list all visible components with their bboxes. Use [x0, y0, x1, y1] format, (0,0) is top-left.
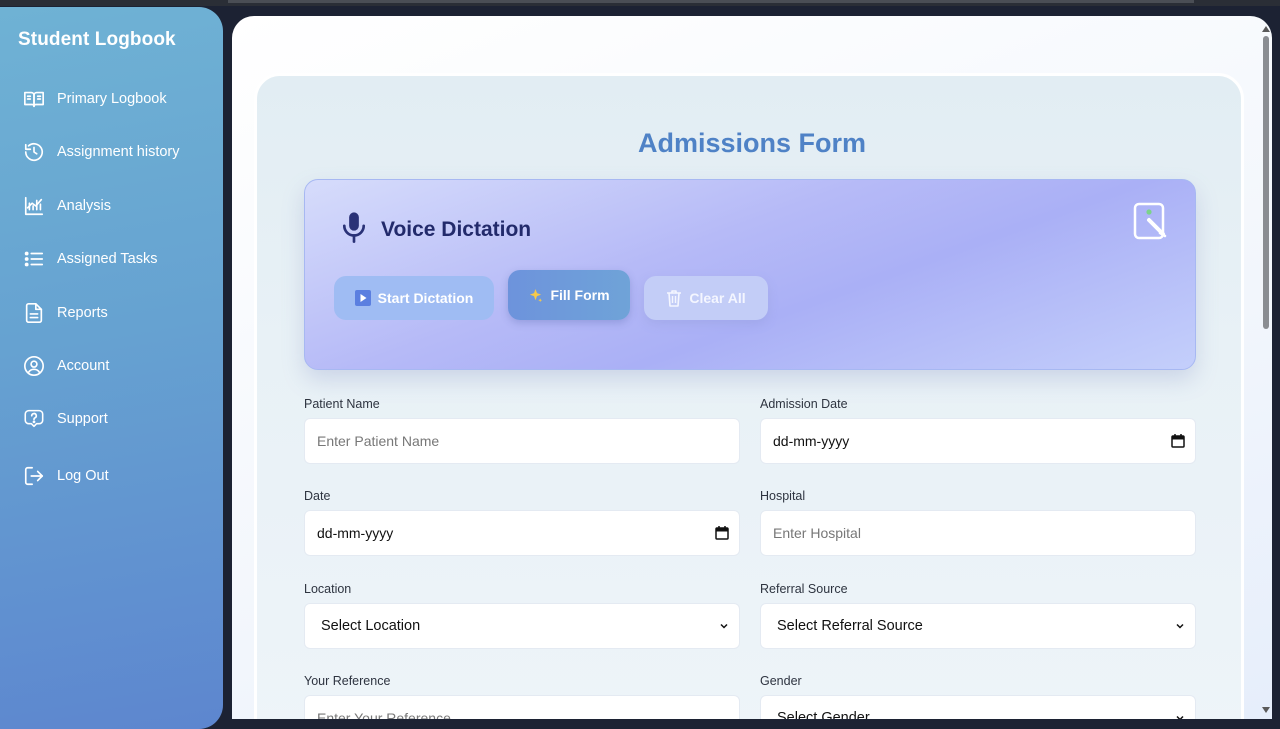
trash-icon	[666, 289, 682, 307]
microphone-icon	[339, 210, 369, 249]
sidebar-item-account[interactable]: Account	[22, 352, 212, 380]
chevron-down-icon	[1175, 711, 1185, 719]
book-open-icon	[22, 87, 46, 111]
sidebar-item-logout[interactable]: Log Out	[22, 462, 212, 490]
sidebar-item-primary-logbook[interactable]: Primary Logbook	[22, 85, 212, 113]
hospital-placeholder: Enter Hospital	[773, 525, 861, 541]
referral-source-select[interactable]: Select Referral Source	[760, 603, 1196, 649]
clear-all-label: Clear All	[689, 290, 746, 306]
admission-date-input[interactable]: dd-mm-yyyy	[760, 418, 1196, 464]
start-dictation-button[interactable]: Start Dictation	[334, 276, 494, 320]
sidebar-item-label: Account	[57, 358, 110, 374]
voice-dictation-panel: Voice Dictation Start Dictation Fill For…	[304, 179, 1196, 370]
sidebar-item-label: Analysis	[57, 198, 111, 214]
sidebar: Student Logbook Primary Logbook Assignme…	[0, 7, 223, 729]
fill-form-label: Fill Form	[550, 287, 610, 303]
history-icon	[22, 140, 46, 164]
gender-select[interactable]: Select Gender	[760, 695, 1196, 719]
referral-source-value: Select Referral Source	[777, 618, 923, 634]
date-label: Date	[304, 489, 331, 503]
fill-form-button[interactable]: Fill Form	[508, 270, 630, 320]
sidebar-item-label: Assignment history	[57, 144, 180, 160]
hospital-input[interactable]: Enter Hospital	[760, 510, 1196, 556]
play-icon	[354, 290, 371, 306]
patient-name-input[interactable]: Enter Patient Name	[304, 418, 740, 464]
vertical-scrollbar[interactable]	[1260, 16, 1272, 719]
location-value: Select Location	[321, 618, 421, 634]
sidebar-item-label: Support	[57, 411, 108, 427]
main-panel: Admissions Form Voice Dictation Start Di…	[232, 16, 1272, 719]
form-title: Admissions Form	[637, 128, 867, 158]
chevron-down-icon	[719, 619, 729, 635]
date-value: dd-mm-yyyy	[317, 525, 394, 541]
date-input[interactable]: dd-mm-yyyy	[304, 510, 740, 556]
admissions-form-card: Admissions Form Voice Dictation Start Di…	[254, 73, 1244, 719]
document-icon	[22, 301, 46, 325]
your-reference-label: Your Reference	[304, 674, 391, 688]
location-label: Location	[304, 582, 352, 596]
help-icon	[22, 407, 46, 431]
analysis-icon	[22, 194, 46, 218]
location-select[interactable]: Select Location	[304, 603, 740, 649]
scroll-down-arrow-icon[interactable]	[1262, 707, 1270, 713]
sidebar-item-reports[interactable]: Reports	[22, 299, 212, 327]
calendar-icon[interactable]	[1171, 433, 1185, 452]
sidebar-item-assignment-history[interactable]: Assignment history	[22, 138, 212, 166]
gender-label: Gender	[760, 674, 802, 688]
chevron-down-icon	[1175, 619, 1185, 635]
your-reference-placeholder: Enter Your Reference	[317, 710, 451, 719]
sidebar-item-support[interactable]: Support	[22, 405, 212, 433]
referral-source-label: Referral Source	[760, 582, 848, 596]
calendar-icon[interactable]	[715, 525, 729, 544]
user-circle-icon	[22, 354, 46, 378]
gender-value: Select Gender	[777, 710, 870, 719]
sidebar-item-label: Primary Logbook	[57, 91, 167, 107]
scrollbar-thumb[interactable]	[1263, 36, 1269, 329]
sidebar-item-assigned-tasks[interactable]: Assigned Tasks	[22, 245, 212, 273]
patient-name-label: Patient Name	[304, 397, 380, 411]
logout-icon	[22, 464, 46, 488]
patient-name-placeholder: Enter Patient Name	[317, 433, 440, 449]
voice-fill-magic-icon	[1131, 200, 1173, 242]
scroll-up-arrow-icon[interactable]	[1262, 26, 1270, 32]
sidebar-item-label: Log Out	[57, 468, 109, 484]
admission-date-value: dd-mm-yyyy	[773, 433, 850, 449]
window-top-track	[228, 0, 1194, 3]
hospital-label: Hospital	[760, 489, 806, 503]
sidebar-title: Student Logbook	[18, 29, 176, 50]
voice-dictation-title: Voice Dictation	[381, 217, 532, 241]
sidebar-item-analysis[interactable]: Analysis	[22, 192, 212, 220]
sidebar-item-label: Reports	[57, 305, 108, 321]
sidebar-item-label: Assigned Tasks	[57, 251, 158, 267]
sparkles-icon	[528, 288, 543, 303]
start-dictation-label: Start Dictation	[377, 290, 474, 306]
admission-date-label: Admission Date	[760, 397, 848, 411]
clear-all-button[interactable]: Clear All	[644, 276, 768, 320]
list-icon	[22, 247, 46, 271]
window-top-bar	[0, 0, 1280, 6]
your-reference-input[interactable]: Enter Your Reference	[304, 695, 740, 719]
voice-dictation-header: Voice Dictation	[339, 210, 531, 249]
